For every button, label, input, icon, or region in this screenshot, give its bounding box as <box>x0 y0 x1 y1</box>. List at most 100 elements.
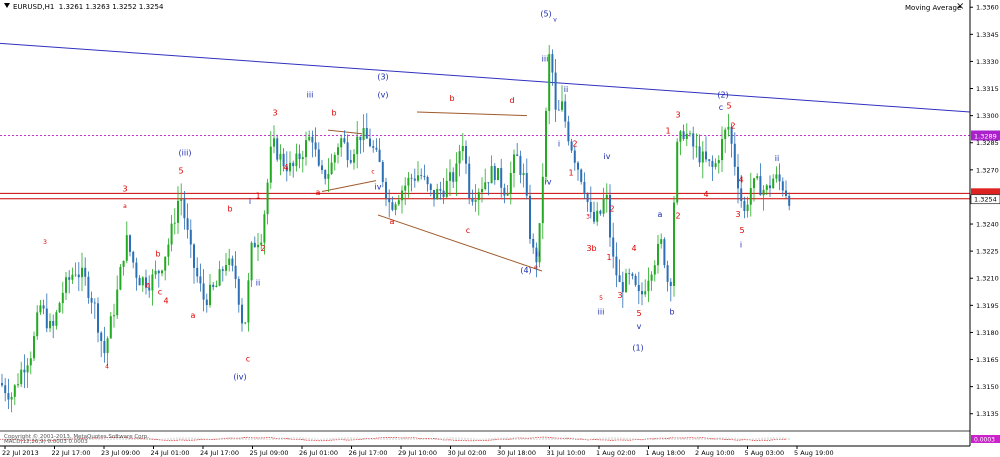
ohlc-readout: 1.3261 1.3263 1.3252 1.3254 <box>58 3 164 11</box>
candle-body <box>39 305 42 313</box>
x-tick-label: 1 Aug 02:00 <box>596 449 636 457</box>
candle-body <box>717 160 720 164</box>
wave-label: 4 <box>163 297 168 306</box>
wave-label: a <box>316 188 321 197</box>
candle-body <box>401 190 403 201</box>
candle-body <box>769 185 771 189</box>
wave-label: e <box>534 264 538 271</box>
candle-body <box>263 214 266 243</box>
candle-body <box>484 182 487 189</box>
wave-label: 5 <box>636 309 641 318</box>
candle-body <box>391 202 394 210</box>
candle-body <box>183 199 186 219</box>
wave-label: b <box>591 244 596 253</box>
candle-body <box>746 204 749 211</box>
candle-body <box>212 284 215 288</box>
y-tick-label: 1.3210 <box>976 275 999 283</box>
wave-label: b <box>669 307 674 316</box>
candle-body <box>186 218 189 230</box>
candle-body <box>625 273 627 293</box>
candle-body <box>567 121 570 142</box>
candle-body <box>81 267 83 278</box>
candle-body <box>215 285 218 288</box>
wave-label: b <box>449 94 454 103</box>
candle-body <box>417 175 419 181</box>
candle-body <box>564 101 567 122</box>
candle-body <box>468 163 471 198</box>
wave-label: 2 <box>675 212 680 221</box>
wave-label: iv <box>545 177 552 186</box>
wave-label: ii <box>775 154 779 163</box>
candle-body <box>586 193 589 202</box>
candle-body <box>356 136 359 155</box>
wave-label: ii <box>564 85 568 94</box>
wave-label: c <box>246 354 250 363</box>
candle-body <box>365 128 368 139</box>
price-chart[interactable]: 33a5(iii)bac4a4bc(iv)iii1234iii(3)(v)bac… <box>0 0 1000 457</box>
candle-body <box>202 283 205 300</box>
candle <box>663 237 666 269</box>
y-tick-label: 1.3330 <box>976 58 999 66</box>
candle-body <box>372 146 375 148</box>
candle-body <box>58 303 61 313</box>
candle-body <box>612 237 615 257</box>
candle-body <box>298 153 301 160</box>
candle-body <box>180 199 183 201</box>
candle-body <box>663 239 666 266</box>
wave-label: 2 <box>609 204 614 213</box>
close-icon[interactable]: × <box>956 1 964 12</box>
candle <box>676 138 679 205</box>
wave-label: b <box>331 109 336 118</box>
candle-body <box>631 273 634 276</box>
candle-body <box>308 136 311 141</box>
candle-body <box>388 198 391 203</box>
candle-body <box>23 369 26 373</box>
candle-body <box>772 178 775 189</box>
x-tick-label: 24 Jul 17:00 <box>200 449 239 457</box>
candle-body <box>218 269 221 286</box>
candle-body <box>205 299 208 306</box>
candle-body <box>324 170 327 179</box>
dropdown-triangle-icon[interactable] <box>4 3 10 8</box>
indicator-label: Moving Average <box>905 4 962 12</box>
wave-label: iii <box>542 54 549 63</box>
candle-body <box>666 265 669 282</box>
candle-body <box>759 176 762 196</box>
candle <box>538 223 541 268</box>
candle-body <box>519 155 522 175</box>
candle-body <box>775 174 778 179</box>
candle-body <box>458 151 461 164</box>
wave-label: iv <box>375 183 382 192</box>
candle-body <box>506 193 509 196</box>
candle-body <box>433 189 435 200</box>
candle-body <box>503 187 506 196</box>
wave-label: i <box>558 139 560 148</box>
x-tick-label: 25 Jul 09:00 <box>250 449 289 457</box>
y-tick-label: 1.3345 <box>976 31 999 39</box>
candle-body <box>701 151 704 163</box>
candle-body <box>522 173 525 175</box>
wave-label: iii <box>598 307 605 316</box>
candle-body <box>455 163 458 182</box>
candle-body <box>487 182 490 184</box>
candle-body <box>545 110 547 177</box>
candle-body <box>788 195 791 206</box>
wave-label: 2 <box>572 139 577 148</box>
y-tick-label: 1.3300 <box>976 112 999 120</box>
candle-body <box>177 200 179 223</box>
candle-body <box>724 129 727 139</box>
candle-body <box>413 178 416 181</box>
candle-body <box>573 150 576 163</box>
candle <box>497 167 499 181</box>
x-tick-label: 5 Aug 03:00 <box>745 449 785 457</box>
candle-body <box>660 239 663 244</box>
candle-body <box>362 128 365 141</box>
candle-body <box>13 385 16 397</box>
wave-label: b <box>227 204 232 213</box>
candle-body <box>55 312 58 326</box>
wave-label: v <box>553 17 557 24</box>
candle-body <box>343 138 346 143</box>
candle-body <box>551 54 554 73</box>
candle-body <box>650 274 653 281</box>
candle-body <box>266 182 269 215</box>
